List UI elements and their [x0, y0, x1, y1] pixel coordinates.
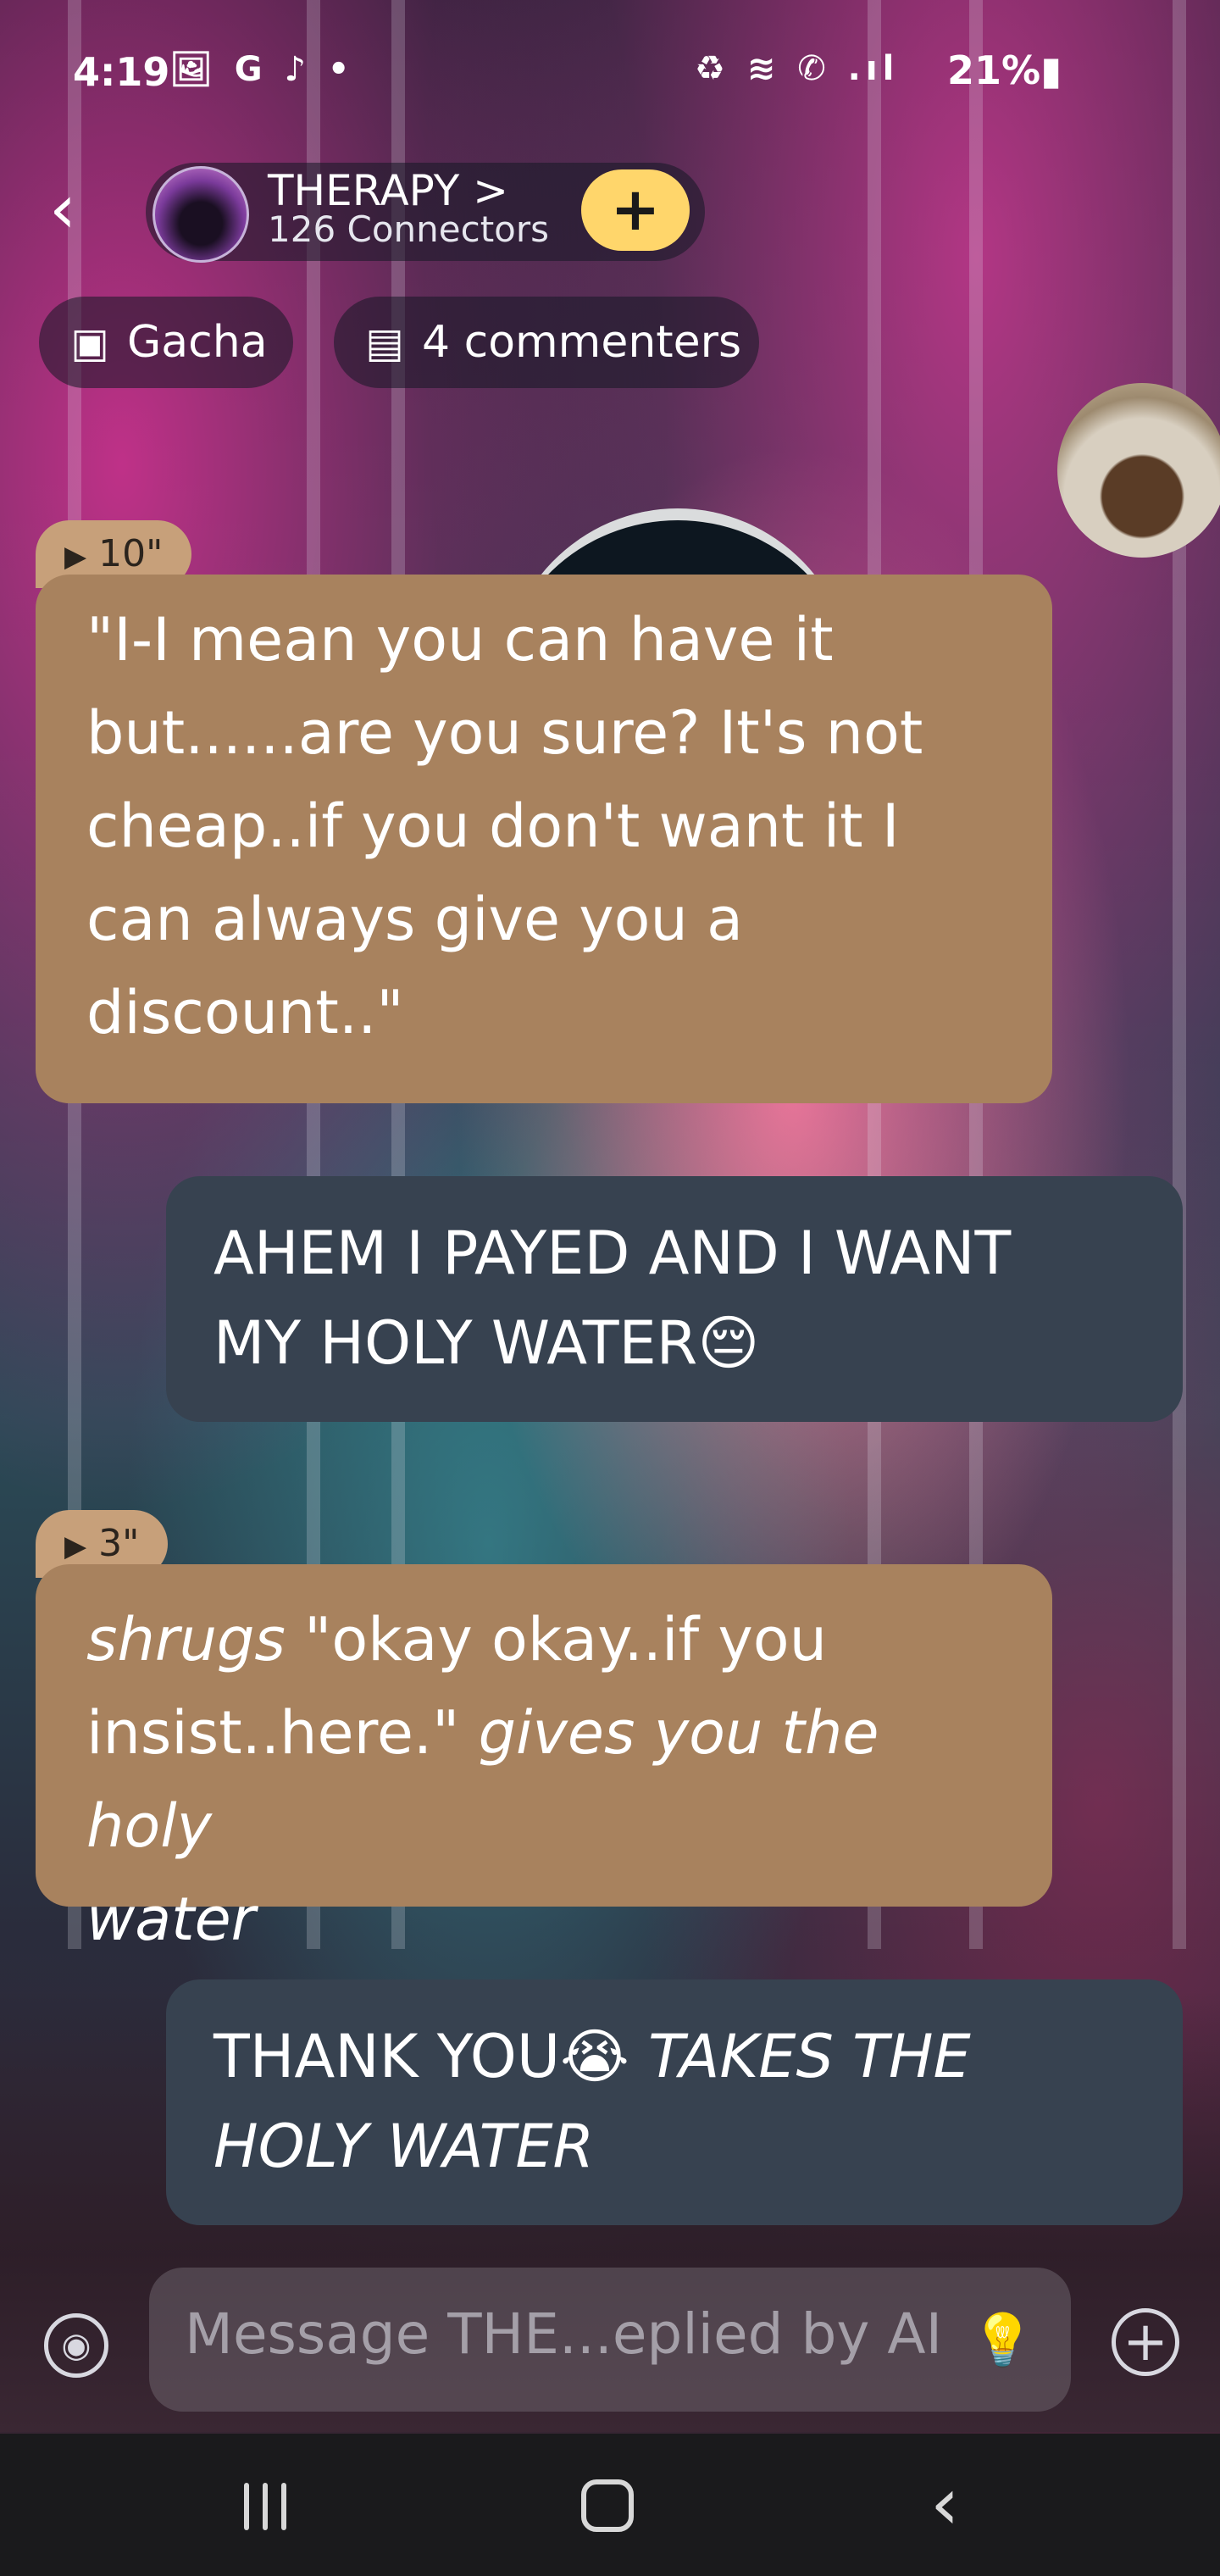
notification-icons: 🖼 G ♪ •	[169, 50, 355, 89]
status-time: 4:19	[73, 49, 170, 95]
voice-call-icon[interactable]: ◉	[44, 2313, 108, 2378]
commenters-label: 4 commenters	[422, 317, 742, 368]
speech-text: "okay okay..if you	[285, 1605, 827, 1674]
battery-level: 21%▮	[947, 47, 1062, 93]
status-bar: 4:19 🖼 G ♪ • ♻ ≋ ✆ .ıl 21%▮	[0, 0, 1220, 95]
ai-message-bubble[interactable]: "I-I mean you can have it but......are y…	[36, 575, 1052, 1103]
gacha-icon: ▣	[70, 319, 109, 367]
message-input-placeholder[interactable]: Message THE...eplied by AI	[185, 2301, 942, 2367]
message-line: "I-I mean you can have it	[86, 605, 834, 675]
group-avatar[interactable]	[152, 166, 249, 263]
message-line: HOLY WATER	[214, 2101, 1135, 2191]
join-button[interactable]: +	[581, 169, 690, 251]
play-icon: ▶	[64, 1530, 87, 1563]
duration-label: 10"	[98, 532, 164, 575]
message-line: insist..here." gives you the holy	[86, 1686, 1001, 1873]
action-text: water	[86, 1885, 256, 1954]
recent-apps-button[interactable]	[237, 2483, 297, 2534]
user-message-bubble[interactable]: THANK YOU😭 TAKES THE HOLY WATER	[166, 1979, 1183, 2225]
gacha-chip[interactable]: ▣ Gacha	[39, 297, 293, 388]
lightbulb-icon[interactable]: 💡	[971, 2307, 1034, 2374]
action-text: shrugs	[86, 1605, 286, 1674]
message-line: THANK YOU😭 TAKES THE	[214, 2012, 1135, 2101]
background-stripe	[1173, 0, 1186, 1949]
speech-text: THANK YOU😭	[214, 2022, 649, 2091]
duration-label: 3"	[98, 1522, 140, 1565]
gacha-label: Gacha	[127, 317, 268, 368]
comment-icon: ▤	[365, 319, 404, 367]
message-line: shrugs "okay okay..if you	[86, 1593, 1001, 1686]
message-line: can always give you a	[86, 885, 744, 954]
commenters-chip[interactable]: ▤ 4 commenters	[334, 297, 759, 388]
message-line: but......are you sure? It's not	[86, 698, 923, 768]
back-button[interactable]: ‹	[49, 175, 100, 243]
ai-message-bubble[interactable]: shrugs "okay okay..if you insist..here."…	[36, 1564, 1052, 1954]
recents-bar-icon	[281, 2483, 286, 2530]
character-avatar-button[interactable]	[1057, 383, 1220, 558]
user-message-bubble[interactable]: AHEM I PAYED AND I WANT MY HOLY WATER😔	[166, 1176, 1183, 1422]
add-attachment-button[interactable]: +	[1112, 2308, 1179, 2376]
recents-bar-icon	[263, 2483, 268, 2530]
message-line: AHEM I PAYED AND I WANT	[214, 1219, 1012, 1288]
action-text: HOLY WATER	[214, 2112, 595, 2181]
system-back-button[interactable]: ‹	[930, 2466, 959, 2542]
message-line: cheap..if you don't want it I	[86, 791, 900, 861]
home-button[interactable]	[581, 2479, 634, 2532]
action-text: TAKES THE	[648, 2022, 971, 2091]
group-connectors-count: 126 Connectors	[268, 208, 550, 250]
message-line: MY HOLY WATER😔	[214, 1308, 760, 1378]
message-line: discount.."	[86, 978, 404, 1047]
connectivity-icons: ♻ ≋ ✆ .ıl	[695, 49, 900, 88]
recents-bar-icon	[244, 2483, 249, 2530]
message-line: water	[86, 1873, 1001, 1966]
play-icon: ▶	[64, 540, 87, 574]
speech-text: insist..here."	[86, 1698, 479, 1768]
